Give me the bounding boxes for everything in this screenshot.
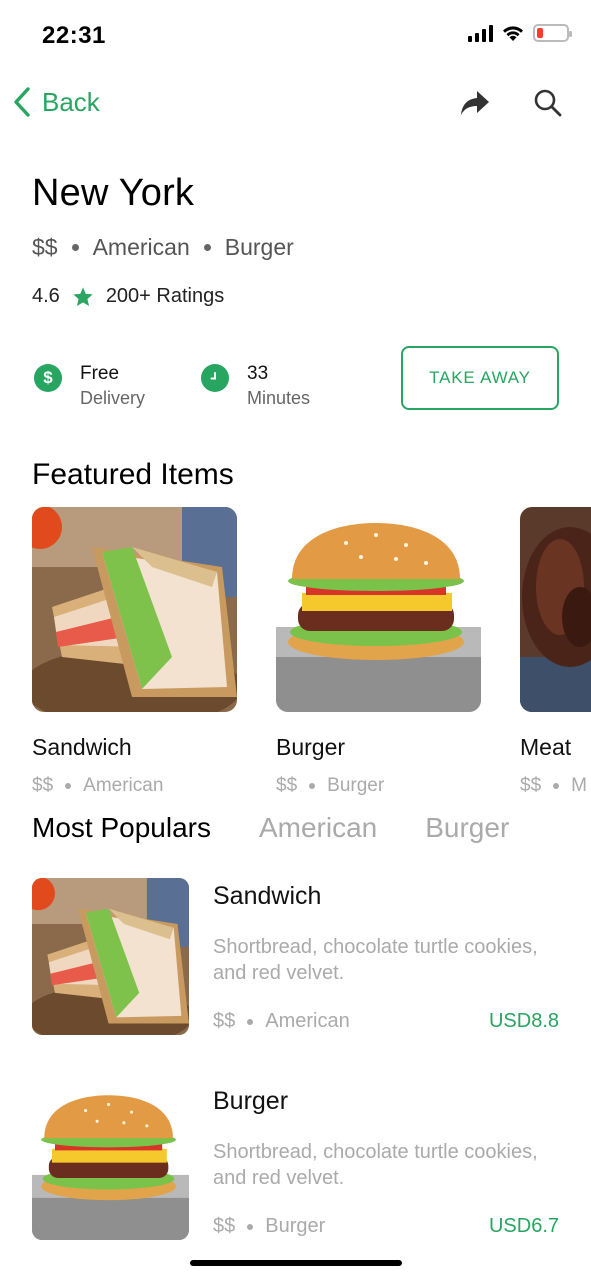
rating-value: 4.6 — [32, 285, 60, 307]
popular-item-category: Burger — [265, 1215, 326, 1237]
featured-item-category: Burger — [327, 775, 385, 796]
featured-item-name: Sandwich — [32, 734, 132, 760]
featured-item-name: Meat — [520, 734, 572, 760]
status-time: 22:31 — [42, 22, 106, 49]
sandwich-image — [32, 878, 189, 1035]
rating-row: 4.6 200+ Ratings — [32, 285, 224, 308]
tab-most-populars[interactable]: Most Populars — [32, 812, 211, 844]
cellular-signal-icon — [468, 24, 493, 42]
delivery-time-info: 33 Minutes — [201, 362, 310, 410]
top-nav: Back — [0, 78, 591, 132]
separator-dot — [203, 244, 211, 251]
separator-dot — [247, 1223, 254, 1230]
cuisine-tag: Burger — [224, 234, 294, 260]
separator-dot — [247, 1018, 254, 1025]
featured-item-price-level: $$ — [276, 775, 298, 796]
share-arrow-icon — [461, 91, 489, 115]
featured-item-name: Burger — [276, 734, 346, 760]
search-icon — [534, 89, 562, 117]
featured-item-price-level: $$ — [520, 775, 542, 796]
separator-dot — [553, 783, 560, 789]
dollar-icon: $ — [34, 364, 62, 392]
featured-item-card[interactable]: Burger $$ Burger — [276, 507, 481, 797]
popular-item-meta: $$ Burger — [213, 1215, 325, 1238]
meat-image — [520, 507, 591, 712]
chevron-left-icon — [14, 87, 30, 117]
status-bar: 22:31 — [0, 0, 591, 70]
wifi-icon — [503, 26, 523, 41]
share-button[interactable] — [459, 88, 491, 118]
delivery-fee-label: Delivery — [80, 388, 146, 408]
cuisine-tag: American — [92, 234, 190, 260]
popular-item-description: Shortbread, chocolate turtle cookies, an… — [213, 936, 538, 984]
featured-item-price-level: $$ — [32, 775, 54, 796]
clock-icon — [201, 364, 229, 392]
price-level: $$ — [32, 234, 58, 260]
category-tabs: Most Populars American Burger — [32, 812, 509, 844]
burger-image — [276, 507, 481, 712]
sandwich-image — [32, 507, 237, 712]
popular-item[interactable]: Burger Shortbread, chocolate turtle cook… — [32, 1083, 559, 1253]
popular-item-price: USD8.8 — [488, 1010, 559, 1032]
popular-item-price-level: $$ — [213, 1010, 236, 1032]
popular-item-name: Sandwich — [213, 882, 322, 910]
delivery-time-value: 33 — [247, 363, 269, 384]
burger-image — [32, 1083, 189, 1240]
tab-american[interactable]: American — [259, 812, 377, 844]
tab-burger[interactable]: Burger — [425, 812, 509, 844]
featured-item-card[interactable]: Sandwich $$ American — [32, 507, 237, 797]
popular-item-meta: $$ American — [213, 1010, 350, 1033]
featured-item-category: American — [83, 775, 164, 796]
popular-item-description: Shortbread, chocolate turtle cookies, an… — [213, 1141, 538, 1189]
featured-carousel[interactable]: Sandwich $$ American Burger $$ Burger Me… — [32, 507, 591, 797]
restaurant-title: New York — [32, 172, 195, 214]
featured-item-meta: $$ M — [520, 775, 591, 797]
popular-item[interactable]: Sandwich Shortbread, chocolate turtle co… — [32, 878, 559, 1048]
featured-item-meta: $$ Burger — [276, 775, 481, 797]
search-button[interactable] — [533, 88, 563, 118]
take-away-button[interactable]: TAKE AWAY — [401, 346, 559, 410]
popular-item-price: USD6.7 — [488, 1215, 559, 1237]
ratings-count: 200+ Ratings — [105, 285, 225, 307]
separator-dot — [71, 244, 79, 251]
status-icons — [468, 24, 572, 42]
battery-icon — [533, 24, 572, 42]
featured-item-card[interactable]: Meat $$ M — [520, 507, 591, 797]
popular-item-price-level: $$ — [213, 1215, 236, 1237]
star-icon — [73, 286, 93, 306]
delivery-time-label: Minutes — [247, 388, 311, 408]
back-label: Back — [42, 86, 100, 117]
featured-item-meta: $$ American — [32, 775, 237, 797]
back-button[interactable]: Back — [12, 86, 100, 118]
restaurant-meta: $$ American Burger — [32, 234, 294, 261]
delivery-info-row: $ Free Delivery 33 Minutes TAKE AWAY — [0, 346, 591, 412]
home-indicator[interactable] — [190, 1260, 402, 1266]
featured-item-category: M — [571, 775, 587, 796]
popular-item-name: Burger — [213, 1087, 289, 1115]
separator-dot — [309, 783, 316, 789]
separator-dot — [65, 783, 72, 789]
popular-item-category: American — [265, 1010, 350, 1032]
delivery-fee-value: Free — [80, 363, 120, 384]
delivery-fee-info: $ Free Delivery — [34, 362, 145, 410]
featured-items-title: Featured Items — [32, 458, 234, 491]
